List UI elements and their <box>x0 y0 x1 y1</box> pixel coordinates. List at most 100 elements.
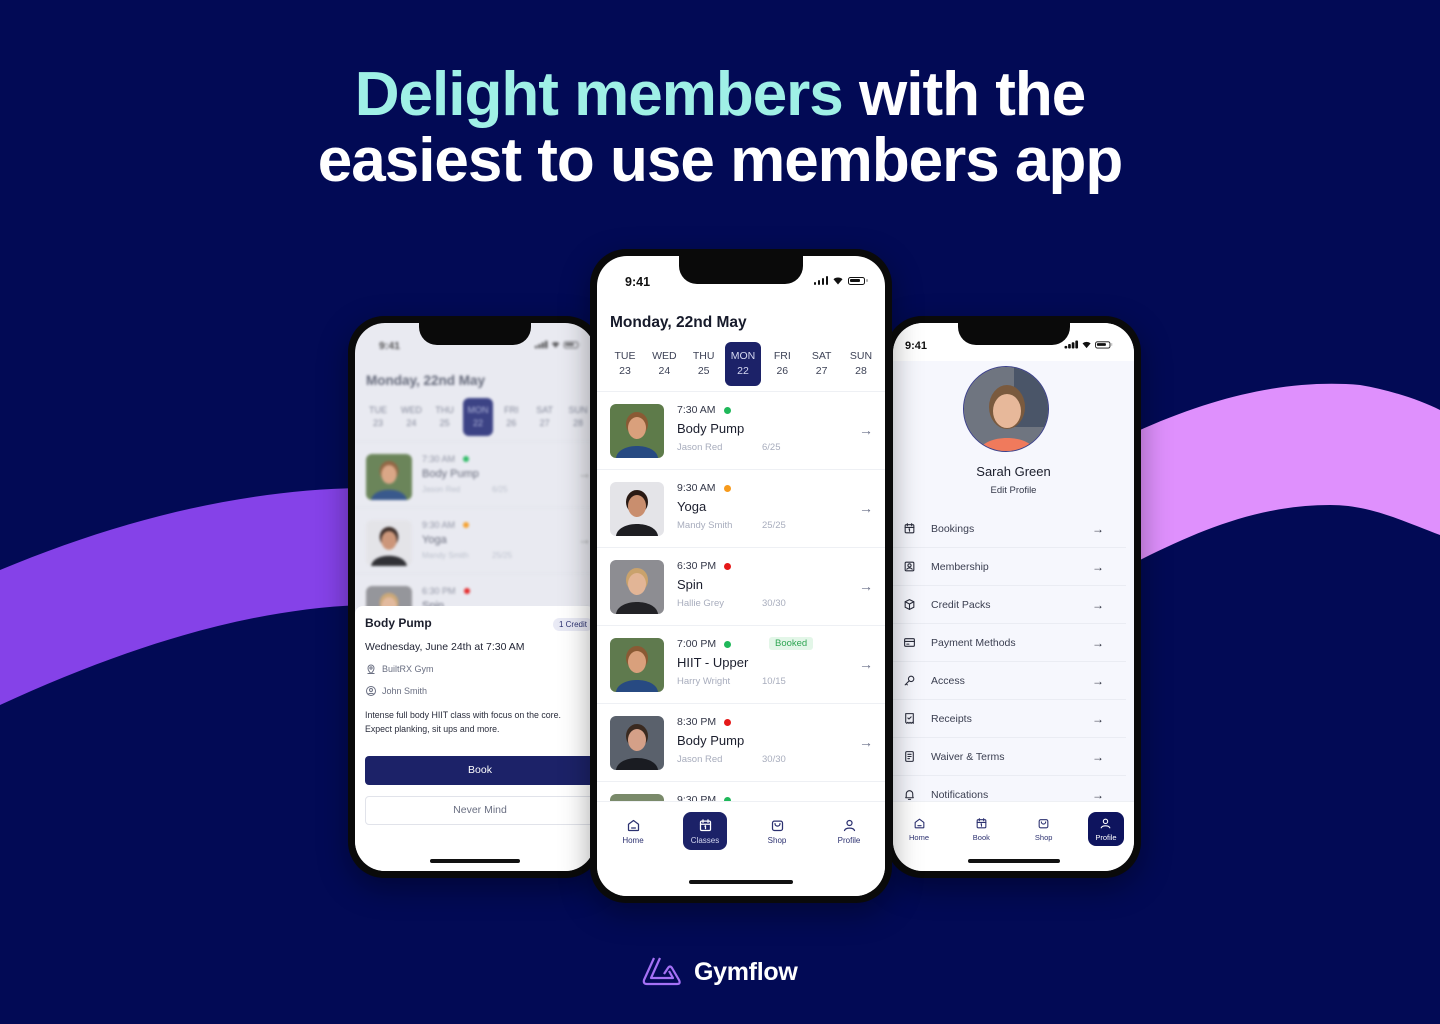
arrow-right-icon: → <box>1092 673 1104 688</box>
day-tue[interactable]: TUE 23 <box>607 342 643 386</box>
day-tue[interactable]: TUE 23 <box>363 398 393 436</box>
class-name: Body Pump <box>677 733 745 748</box>
day-fri[interactable]: FRI 26 <box>764 342 800 386</box>
status-icons <box>813 276 868 285</box>
menu-item-credit-packs[interactable]: Credit Packs → <box>893 586 1126 624</box>
shopping-bag-icon <box>771 820 783 831</box>
status-icons <box>1064 340 1112 349</box>
class-time: 6:30 PM <box>422 586 456 596</box>
instructor-photo <box>610 560 664 614</box>
tab-home[interactable]: Home <box>901 812 937 846</box>
gymflow-logo-icon <box>642 957 681 986</box>
day-sun[interactable]: SUN 28 <box>843 342 879 386</box>
day-mon[interactable]: MON 22 <box>724 342 761 386</box>
arrow-right-icon: → <box>1092 597 1104 612</box>
arrow-right-icon: → <box>1092 521 1104 536</box>
credit-badge: 1 Credit <box>552 618 593 631</box>
class-time-line: 8:30 PM <box>677 716 885 728</box>
class-meta: Harry Wright 10/15 <box>677 676 885 687</box>
class-capacity: 25/25 <box>762 520 786 531</box>
user-icon <box>1101 818 1111 828</box>
menu-item-bookings[interactable]: Bookings → <box>893 510 1126 548</box>
menu-item-payment-methods[interactable]: Payment Methods → <box>893 624 1126 662</box>
class-capacity: 6/25 <box>762 442 781 453</box>
profile-avatar[interactable] <box>963 366 1049 452</box>
class-list-item[interactable]: 8:30 PM Body Pump Jason Red 30/30 → <box>597 703 885 781</box>
arrow-right-icon: → <box>1092 749 1104 764</box>
class-time: 9:30 AM <box>422 520 456 530</box>
arrow-right-icon[interactable]: → <box>859 422 873 438</box>
day-wed[interactable]: WED 24 <box>646 342 682 386</box>
tab-profile[interactable]: Profile <box>1087 812 1124 846</box>
class-instructor: Mandy Smith <box>677 520 733 531</box>
class-info: 7:00 PM HIIT - Upper Harry Wright 10/15 Book… <box>677 637 885 687</box>
day-thu[interactable]: THU 25 <box>686 342 722 386</box>
phone-screen: 9:41 Monday, 22nd May TUE 23 WED 24 THU 25 MON… <box>355 323 595 871</box>
class-time: 8:30 PM <box>677 716 717 728</box>
menu-item-membership[interactable]: Membership → <box>893 548 1126 586</box>
day-thu[interactable]: THU 25 <box>430 398 460 436</box>
arrow-right-icon[interactable]: → <box>859 578 873 594</box>
calendar-icon <box>904 523 915 534</box>
tab-profile[interactable]: Profile <box>827 812 871 850</box>
edit-profile-link[interactable]: Edit Profile <box>893 485 1134 496</box>
phone-booking-sheet: 9:41 Monday, 22nd May TUE 23 WED 24 THU 25 MON… <box>348 316 602 878</box>
tab-label: Home <box>622 835 644 845</box>
avatar-photo <box>964 367 1048 451</box>
arrow-right-icon[interactable]: → <box>859 656 873 672</box>
book-button[interactable]: Book <box>365 756 595 785</box>
day-sun[interactable]: SUN 28 <box>563 398 593 436</box>
arrow-right-icon[interactable]: → <box>859 500 873 516</box>
class-time: 7:00 PM <box>677 638 717 650</box>
day-number: 24 <box>406 418 417 428</box>
class-list-item[interactable]: 7:00 PM HIIT - Upper Harry Wright 10/15 Book… <box>597 625 885 703</box>
menu-item-label: Receipts <box>931 712 972 725</box>
phone-screen: 9:41 Monday, 22nd May TUE 23 WED 24 THU 25 MON… <box>597 256 885 896</box>
class-capacity: 6/25 <box>492 485 508 494</box>
day-wed[interactable]: WED 24 <box>396 398 426 436</box>
class-name: Body Pump <box>677 421 745 436</box>
tab-classes[interactable]: Classes <box>683 812 727 850</box>
availability-dot-green <box>724 640 732 648</box>
class-name: Yoga <box>422 534 447 546</box>
arrow-right-icon[interactable]: → <box>859 734 873 750</box>
day-selector: TUE 23 WED 24 THU 25 MON 22 FRI 26 SAT 27 SUN 28 <box>607 342 879 386</box>
never-mind-button[interactable]: Never Mind <box>365 796 595 825</box>
day-number: 25 <box>697 365 710 377</box>
day-sat[interactable]: SAT 27 <box>804 342 840 386</box>
tab-shop[interactable]: Shop <box>755 812 799 850</box>
day-fri[interactable]: FRI 26 <box>496 398 526 436</box>
menu-item-receipts[interactable]: Receipts → <box>893 700 1126 738</box>
document-icon <box>905 751 914 762</box>
tab-home[interactable]: Home <box>611 812 655 850</box>
user-icon <box>843 819 855 831</box>
instructor-photo <box>366 520 412 566</box>
class-list: 7:30 AM Body Pump Jason Red 6/25 → 9:30 AM Yog… <box>597 391 885 859</box>
arrow-right-icon: → <box>1092 635 1104 650</box>
day-mon[interactable]: MON 22 <box>462 398 493 436</box>
menu-item-waiver-terms[interactable]: Waiver & Terms → <box>893 738 1126 776</box>
tab-shop[interactable]: Shop <box>1026 812 1062 846</box>
class-name: Spin <box>677 577 704 592</box>
class-time-line: 7:30 AM <box>677 404 885 416</box>
home-icon <box>627 819 639 831</box>
class-list-item[interactable]: 6:30 PM Spin Hallie Grey 30/30 → <box>597 547 885 625</box>
class-list-item[interactable]: 7:30 AM Body Pump Jason Red 6/25 → <box>355 441 595 507</box>
user-circle-icon <box>366 686 376 696</box>
arrow-right-icon: → <box>1092 559 1104 574</box>
tab-book[interactable]: Book <box>963 812 999 846</box>
day-sat[interactable]: SAT 27 <box>530 398 560 436</box>
status-time: 9:41 <box>625 275 651 289</box>
tab-label: Classes <box>690 835 720 845</box>
day-number: 22 <box>472 418 483 428</box>
wifi-icon <box>833 277 843 285</box>
day-name: THU <box>692 350 715 362</box>
menu-item-access[interactable]: Access → <box>893 662 1126 700</box>
class-list-item[interactable]: 9:30 AM Yoga Mandy Smith 25/25 → <box>597 469 885 547</box>
class-list-item[interactable]: 9:30 AM Yoga Mandy Smith 25/25 → <box>355 507 595 573</box>
instructor-text: John Smith <box>382 686 428 696</box>
date-title: Monday, 22nd May <box>610 314 747 331</box>
menu-item-label: Credit Packs <box>931 598 991 611</box>
class-list-item[interactable]: 7:30 AM Body Pump Jason Red 6/25 → <box>597 391 885 469</box>
signal-icon <box>1064 340 1078 349</box>
